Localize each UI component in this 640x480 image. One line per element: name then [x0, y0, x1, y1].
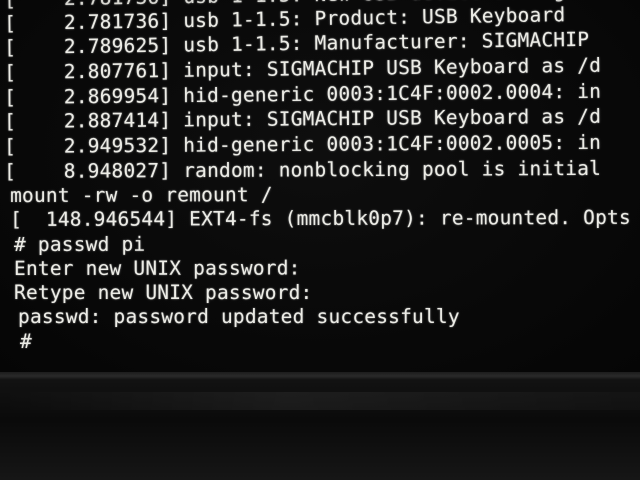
terminal-line: # passwd pi	[14, 232, 146, 256]
monitor-bezel-edge	[0, 372, 640, 380]
terminal-line: [ 2.949532] hid-generic 0003:1C4F:0002.0…	[4, 130, 602, 158]
photo-of-monitor: [ 2.781736] usb 1-1.5: New USB device st…	[0, 0, 640, 480]
terminal-screen: [ 2.781736] usb 1-1.5: New USB device st…	[0, 0, 640, 372]
terminal-line: [ 2.887414] input: SIGMACHIP USB Keyboar…	[4, 104, 602, 133]
terminal-line: Retype new UNIX password:	[14, 281, 313, 304]
bezel-reflection	[0, 392, 640, 410]
terminal-line: Enter new UNIX password:	[14, 256, 301, 280]
terminal-line: passwd: password updated successfully	[18, 305, 460, 328]
terminal-prompt: #	[20, 330, 32, 353]
terminal-line: [ 8.948027] random: nonblocking pool is …	[4, 156, 602, 183]
terminal-line: [ 148.946544] EXT4-fs (mmcblk0p7): re-mo…	[10, 205, 631, 231]
terminal-line: mount -rw -o remount /	[10, 183, 273, 207]
